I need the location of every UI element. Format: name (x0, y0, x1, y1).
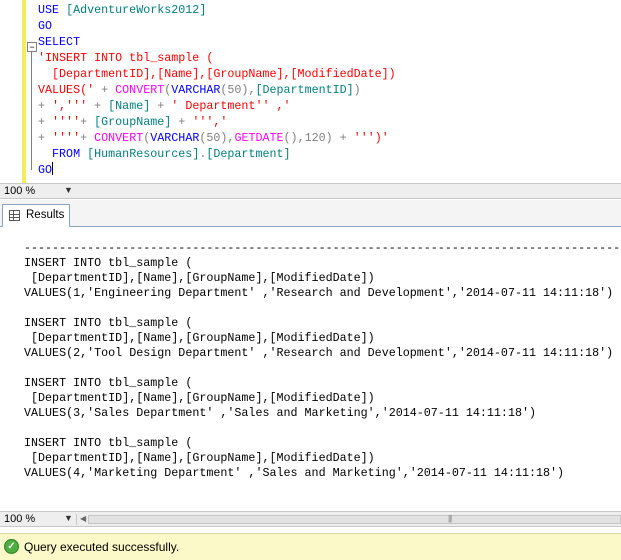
results-pane[interactable]: ----------------------------------------… (0, 227, 621, 509)
code-token: GETDATE (234, 131, 284, 145)
code-token: VARCHAR (150, 131, 200, 145)
code-line: USE [AdventureWorks2012] (38, 2, 396, 18)
result-line: INSERT INTO tbl_sample ( (24, 256, 193, 270)
code-token: VARCHAR (171, 83, 221, 97)
result-line: VALUES(2,'Tool Design Department' ,'Rese… (24, 346, 614, 360)
code-line: GO (38, 18, 396, 34)
result-row: INSERT INTO tbl_sample ( [DepartmentID],… (24, 376, 621, 421)
check-icon: ✓ (4, 539, 19, 554)
result-line: [DepartmentID],[Name],[GroupName],[Modif… (24, 331, 375, 345)
results-tabstrip: Results (0, 200, 621, 227)
query-editor[interactable]: − USE [AdventureWorks2012] GO SELECT 'INSER… (0, 0, 621, 183)
code-token: '''' (52, 115, 81, 129)
code-token: ' Department'' ,' (171, 99, 291, 113)
result-line: INSERT INTO tbl_sample ( (24, 316, 193, 330)
code-token: SELECT (38, 35, 81, 49)
code-token: + (80, 131, 95, 145)
code-token: [AdventureWorks2012] (66, 3, 207, 17)
chevron-down-icon[interactable]: ▼ (64, 513, 73, 523)
text-cursor (52, 162, 54, 175)
result-line: [DepartmentID],[Name],[GroupName],[Modif… (24, 451, 375, 465)
results-separator: ----------------------------------------… (24, 241, 621, 255)
code-token: GO (38, 19, 53, 33)
tab-results-label: Results (26, 209, 65, 221)
code-token: + (94, 83, 116, 97)
results-zoom-level[interactable]: 100 % (4, 513, 35, 525)
code-line: SELECT (38, 34, 396, 50)
outline-region: − (27, 42, 37, 182)
outline-line (31, 52, 32, 170)
scroll-grip-icon: ||| (448, 514, 452, 523)
result-line: VALUES(3,'Sales Department' ,'Sales and … (24, 406, 536, 420)
chevron-down-icon[interactable]: ▼ (64, 185, 73, 195)
code-line: + ''''+ CONVERT(VARCHAR(50),GETDATE(),12… (38, 130, 396, 146)
status-text: Query executed successfully. (24, 540, 180, 554)
results-text: ----------------------------------------… (24, 241, 621, 496)
result-line: INSERT INTO tbl_sample ( (24, 436, 193, 450)
code-token: CONVERT (115, 83, 165, 97)
result-line: VALUES(1,'Engineering Department' ,'Rese… (24, 286, 614, 300)
code-token: ''',' (192, 115, 228, 129)
code-token: + (38, 115, 53, 129)
code-token: ',''' (52, 99, 88, 113)
horizontal-scrollbar[interactable] (88, 515, 621, 524)
tab-results[interactable]: Results (2, 204, 70, 227)
editor-zoom-level[interactable]: 100 % (4, 185, 35, 197)
editor-zoom-bar: 100 % ▼ (0, 183, 621, 199)
code-token: CONVERT (94, 131, 144, 145)
code-token: [Department] (206, 147, 291, 161)
result-row: INSERT INTO tbl_sample ( [DepartmentID],… (24, 436, 621, 481)
code-token: ''')' (353, 131, 389, 145)
code-line: VALUES(' + CONVERT(VARCHAR(50),[Departme… (38, 82, 396, 98)
code-token: + (171, 115, 193, 129)
code-token: + (38, 99, 53, 113)
code-token: [Name] (108, 99, 151, 113)
result-line: INSERT INTO tbl_sample ( (24, 376, 193, 390)
code-token: (50), (199, 131, 235, 145)
code-token: 'INSERT INTO tbl_sample ( (38, 51, 214, 65)
code-token: (50), (220, 83, 256, 97)
code-line: GO (38, 162, 396, 178)
code-line: + ',''' + [Name] + ' Department'' ,' (38, 98, 396, 114)
editor-gutter (0, 0, 24, 183)
code-token: [GroupName] (94, 115, 172, 129)
status-bar: ✓ Query executed successfully. (0, 533, 621, 560)
code-token: + (87, 99, 109, 113)
code-token: USE (38, 3, 67, 17)
collapse-icon[interactable]: − (27, 42, 37, 52)
code-token: (),120) + (283, 131, 354, 145)
code-line: 'INSERT INTO tbl_sample ( (38, 50, 396, 66)
divider (76, 514, 77, 525)
code-token: FROM (38, 147, 88, 161)
result-line: [DepartmentID],[Name],[GroupName],[Modif… (24, 391, 375, 405)
code-token: [DepartmentID] (255, 83, 354, 97)
code-token: VALUES(' (38, 83, 95, 97)
code-token: '''' (52, 131, 81, 145)
result-line: VALUES(4,'Marketing Department' ,'Sales … (24, 466, 565, 480)
code-line: FROM [HumanResources].[Department] (38, 146, 396, 162)
code-token: [DepartmentID],[Name],[GroupName],[Modif… (38, 67, 396, 81)
code-token: GO (38, 163, 53, 177)
scroll-left-icon[interactable]: ◀ (80, 514, 86, 523)
code-line: [DepartmentID],[Name],[GroupName],[Modif… (38, 66, 396, 82)
code-token: + (38, 131, 53, 145)
change-tracking-bar (22, 0, 26, 183)
result-row: INSERT INTO tbl_sample ( [DepartmentID],… (24, 256, 621, 301)
code-line: + ''''+ [GroupName] + ''',' (38, 114, 396, 130)
result-line: [DepartmentID],[Name],[GroupName],[Modif… (24, 271, 375, 285)
code-token: + (80, 115, 95, 129)
results-zoom-bar: 100 % ▼ ◀ ||| (0, 511, 621, 527)
code-token: [HumanResources] (87, 147, 200, 161)
grid-icon (9, 210, 20, 221)
result-row: INSERT INTO tbl_sample ( [DepartmentID],… (24, 316, 621, 361)
code-token: ) (353, 83, 361, 97)
code-token: + (150, 99, 172, 113)
sql-code[interactable]: USE [AdventureWorks2012] GO SELECT 'INSERT … (38, 2, 396, 178)
